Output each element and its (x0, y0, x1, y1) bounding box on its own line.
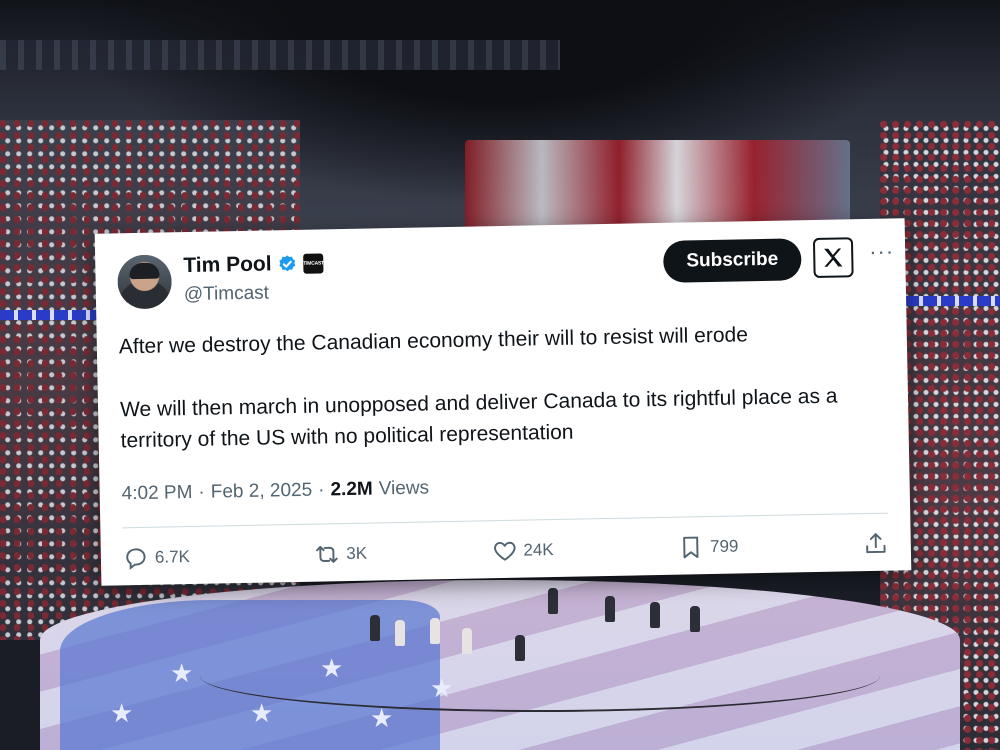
led-ribbon-right (905, 296, 1000, 306)
tweet-meta: 4:02 PM · Feb 2, 2025 · 2.2M Views (121, 477, 429, 505)
tweet-date[interactable]: Feb 2, 2025 (211, 480, 313, 504)
bookmark-icon (683, 536, 699, 559)
reply-button[interactable]: 6.7K (123, 544, 190, 571)
share-icon (866, 533, 886, 554)
views-label: Views (378, 477, 430, 500)
rink-carpet-line (200, 640, 880, 712)
tweet-time[interactable]: 4:02 PM (121, 482, 192, 505)
avatar-beanie (129, 262, 160, 280)
tweet-card: Tim Pool TIMCAST @Timcast Subscribe ··· … (94, 218, 912, 586)
x-logo-icon[interactable] (812, 237, 854, 279)
flag-star: ★ (370, 703, 394, 733)
repost-icon (316, 545, 339, 563)
jumbotron-screen (465, 140, 850, 230)
divider (122, 512, 889, 529)
heart-icon (493, 541, 516, 561)
more-options-button[interactable]: ··· (869, 238, 894, 264)
affiliation-badge-icon: TIMCAST (303, 253, 324, 274)
player-figure (605, 596, 615, 622)
meta-separator: · (198, 481, 205, 503)
views-count: 2.2M (330, 478, 373, 501)
player-figure (548, 588, 558, 614)
player-figure (370, 615, 380, 641)
author-name-row: Tim Pool TIMCAST (183, 251, 324, 278)
player-figure (462, 628, 472, 654)
flag-star: ★ (170, 658, 194, 688)
subscribe-button[interactable]: Subscribe (662, 238, 802, 283)
player-figure (395, 620, 405, 646)
like-count: 24K (523, 540, 554, 560)
player-figure (515, 635, 525, 661)
meta-separator: · (317, 479, 325, 501)
bookmark-count: 799 (709, 536, 739, 557)
reply-count: 6.7K (154, 547, 191, 567)
repost-button[interactable]: 3K (314, 541, 367, 568)
led-ribbon-left (0, 310, 100, 320)
player-figure (430, 618, 440, 644)
player-figure (650, 602, 660, 628)
author-display-name[interactable]: Tim Pool (183, 252, 272, 278)
bookmark-button[interactable]: 799 (678, 534, 739, 561)
reply-icon (126, 548, 146, 570)
author-handle[interactable]: @Timcast (184, 282, 270, 306)
tweet-body: After we destroy the Canadian economy th… (119, 316, 901, 456)
tweet-paragraph-2: We will then march in unopposed and deli… (119, 384, 838, 453)
share-button[interactable] (863, 531, 889, 557)
avatar[interactable] (117, 254, 173, 310)
player-figure (690, 606, 700, 632)
like-button[interactable]: 24K (491, 537, 554, 564)
flag-star: ★ (250, 698, 274, 728)
lighting-truss (0, 40, 560, 70)
tweet-paragraph-1: After we destroy the Canadian economy th… (118, 323, 749, 359)
verified-badge-icon (279, 255, 296, 272)
tweet-actions-bar: 6.7K 3K 24K 799 (123, 527, 890, 576)
repost-count: 3K (346, 543, 368, 564)
flag-star: ★ (110, 698, 134, 728)
